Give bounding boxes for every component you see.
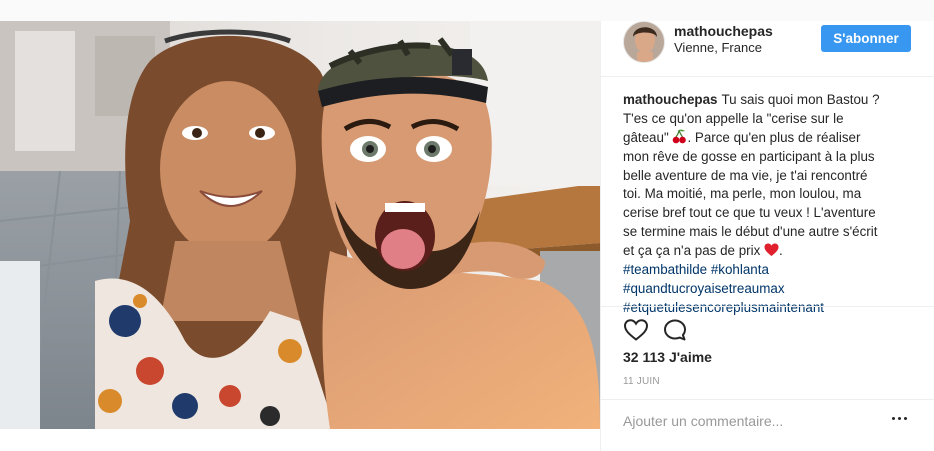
- hashtag-link[interactable]: #quandtucroyaisetreaumax: [623, 280, 923, 299]
- comment-bubble-icon[interactable]: [663, 318, 689, 342]
- username[interactable]: mathouchepas: [674, 23, 773, 39]
- avatar[interactable]: [623, 21, 665, 63]
- caption-author[interactable]: mathouchepas: [623, 92, 718, 107]
- caption-line: gâteau": [623, 129, 669, 145]
- hashtag-link[interactable]: #etquetulesencoreplusmaintenant: [623, 299, 923, 318]
- post-header: mathouchepas Vienne, France S'abonner: [601, 21, 934, 77]
- caption-line: et ça ça n'a pas de prix: [623, 243, 761, 259]
- post-details-panel: mathouchepas Vienne, France S'abonner ma…: [600, 21, 934, 451]
- hashtag-link[interactable]: #teambathilde #kohlanta: [623, 261, 923, 280]
- caption-line: T'es ce qu'on appelle la "cerise sur le: [623, 110, 844, 126]
- post-caption: mathouchepas Tu sais quoi mon Bastou ? T'…: [623, 91, 923, 318]
- heart-icon[interactable]: [623, 318, 649, 342]
- caption-line: . Parce qu'en plus de réaliser: [687, 129, 861, 145]
- caption-line: toi. Ma moitié, ma perle, mon loulou, ma: [623, 186, 862, 202]
- caption-line: Tu sais quoi mon Bastou ?: [721, 92, 880, 107]
- follow-button[interactable]: S'abonner: [821, 25, 911, 52]
- caption-line: cerise bref tout ce que tu veux ! L'aven…: [623, 205, 876, 221]
- post-date[interactable]: 11 JUIN: [623, 376, 660, 387]
- post-photo[interactable]: [0, 21, 600, 429]
- caption-line: .: [779, 243, 783, 259]
- likes-count[interactable]: 32 113 J'aime: [623, 349, 712, 365]
- cherries-emoji: [672, 129, 687, 150]
- caption-line: belle aventure de ma vie, je t'ai rencon…: [623, 167, 868, 183]
- divider: [601, 399, 934, 400]
- location[interactable]: Vienne, France: [674, 40, 762, 55]
- caption-line: se termine mais le début d'une autre s'é…: [623, 224, 878, 240]
- divider: [601, 306, 934, 307]
- comment-input[interactable]: [623, 410, 883, 432]
- more-options-icon[interactable]: [892, 417, 908, 425]
- caption-line: mon rêve de gosse en participant à la pl…: [623, 148, 875, 164]
